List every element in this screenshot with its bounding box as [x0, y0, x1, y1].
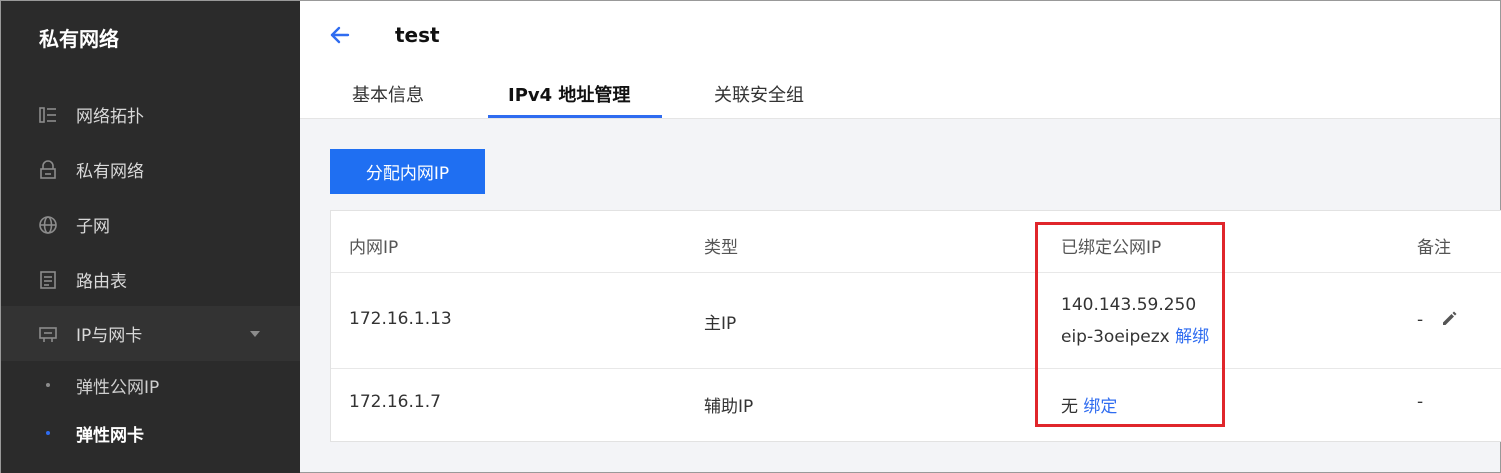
type-cell: 辅助IP: [704, 397, 754, 417]
public-ip-cell: 无 绑定: [1061, 392, 1117, 417]
allocate-private-ip-button[interactable]: 分配内网IP: [330, 149, 485, 194]
bullet-icon: [46, 431, 50, 435]
private-ip-cell: 172.16.1.13: [349, 309, 452, 329]
active-tab-indicator: [488, 115, 662, 118]
table-row: 172.16.1.13 主IP 140.143.59.250 eip-3oeip…: [331, 273, 1501, 369]
sidebar-item-label: 私有网络: [76, 162, 144, 182]
sidebar-item-label: IP与网卡: [76, 326, 143, 346]
eip-id-cell: eip-3oeipezx 解绑: [1061, 322, 1209, 347]
sidebar-item-label: 网络拓扑: [76, 107, 144, 127]
page-title: test: [395, 23, 440, 47]
private-ip-cell: 172.16.1.7: [349, 392, 441, 412]
sidebar-item-vpc[interactable]: 私有网络: [1, 142, 300, 197]
column-header-remark: 备注: [1417, 238, 1451, 258]
remark-cell: -: [1417, 309, 1459, 330]
sidebar-subitem-eni[interactable]: 弹性网卡: [1, 409, 300, 457]
eip-id: eip-3oeipezx: [1061, 327, 1170, 347]
public-ip-none: 无: [1061, 397, 1078, 417]
sidebar-title: 私有网络: [39, 27, 119, 51]
route-table-icon: [38, 270, 58, 290]
bind-link[interactable]: 绑定: [1083, 397, 1117, 417]
column-header-type: 类型: [704, 238, 738, 258]
sidebar-item-label: 路由表: [76, 272, 127, 292]
globe-icon: [38, 215, 58, 235]
unbind-link[interactable]: 解绑: [1175, 327, 1209, 347]
tab-security-group[interactable]: 关联安全组: [714, 81, 804, 119]
sidebar-item-route-table[interactable]: 路由表: [1, 252, 300, 307]
ip-table: 内网IP 类型 已绑定公网IP 备注 172.16.1.13 主IP 140.1…: [330, 210, 1501, 442]
sidebar-item-subnet[interactable]: 子网: [1, 197, 300, 252]
sidebar-item-label: 子网: [76, 217, 110, 237]
public-ip-cell: 140.143.59.250: [1061, 295, 1197, 315]
sidebar-subitem-label: 弹性公网IP: [76, 377, 160, 398]
sidebar-item-ip-nic[interactable]: IP与网卡: [1, 306, 300, 361]
sidebar: 私有网络 网络拓扑 私有网络 子网 路由表 IP与网卡 弹性公网IP 弹性网卡: [1, 1, 300, 473]
sidebar-subitem-eip[interactable]: 弹性公网IP: [1, 361, 300, 409]
back-arrow-icon[interactable]: [328, 23, 352, 47]
table-header-row: 内网IP 类型 已绑定公网IP 备注: [331, 211, 1501, 273]
table-row: 172.16.1.7 辅助IP 无 绑定 -: [331, 369, 1501, 442]
sidebar-subitem-label: 弹性网卡: [76, 425, 144, 446]
column-header-public-ip: 已绑定公网IP: [1061, 238, 1162, 258]
column-header-private-ip: 内网IP: [349, 238, 399, 258]
chevron-down-icon: [250, 330, 260, 337]
topology-icon: [38, 105, 58, 125]
type-cell: 主IP: [704, 314, 737, 334]
bullet-icon: [46, 383, 50, 387]
tab-basic-info[interactable]: 基本信息: [352, 81, 424, 119]
pencil-icon[interactable]: [1441, 309, 1459, 327]
remark-text: -: [1417, 392, 1424, 412]
remark-text: -: [1417, 310, 1424, 330]
sidebar-item-topology[interactable]: 网络拓扑: [1, 87, 300, 142]
tab-ipv4-management[interactable]: IPv4 地址管理: [508, 81, 630, 119]
lock-icon: [38, 159, 58, 180]
nic-icon: [38, 324, 58, 344]
page-header: test 基本信息 IPv4 地址管理 关联安全组: [300, 1, 1500, 119]
